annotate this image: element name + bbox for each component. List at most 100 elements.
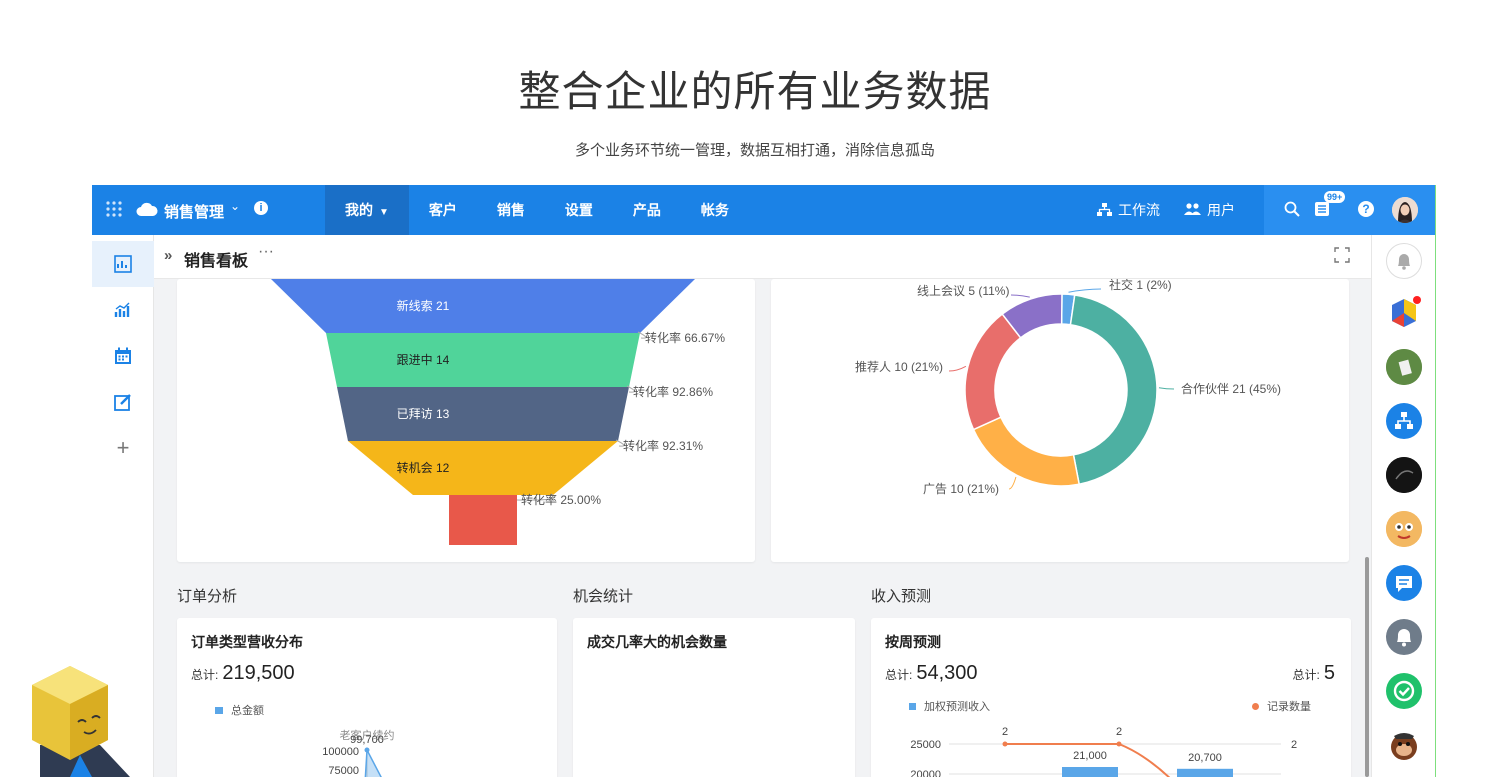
slice-label: 社交 1 (2%) [1109,279,1172,292]
funnel-chart: 新线索 21 跟进中 14 已拜访 13 转机会 12 不合格 3 转化率 66.67% 转… [271,279,725,545]
opportunity-card: 成交几率大的机会数量 [573,618,855,777]
users-icon [1184,203,1201,215]
app-grid-icon[interactable] [106,201,122,217]
top-bar: 销售管理 ⌄ i 我的 ▼ 客户 销售 设置 产品 帐务 工作流 用户 99+ … [92,185,1435,235]
section-title-opportunities: 机会统计 [573,588,634,605]
funnel-stage-label: 已拜访 13 [397,407,450,421]
workflow-icon [1097,203,1112,216]
funnel-stage-label: 新线索 21 [397,298,450,313]
y-tick-label: 20000 [910,769,941,777]
plus-icon[interactable]: + [92,425,154,471]
conversion-rate-label: 转化率 66.67% [645,330,725,345]
funnel-stage[interactable] [326,333,640,387]
list-icon[interactable] [1314,201,1330,217]
section-title-orders: 订单分析 [177,588,238,605]
fullscreen-icon[interactable] [1334,247,1350,263]
hero-title: 整合企业的所有业务数据 [518,68,992,115]
nav-item-mine[interactable]: 我的 ▼ [325,185,409,235]
search-icon[interactable] [1284,201,1300,217]
funnel-stage-label: 不合格 3 [400,514,446,529]
nature-avatar[interactable] [1386,349,1422,385]
user-avatar[interactable] [1392,197,1418,223]
main-nav: 我的 ▼ 客户 销售 设置 产品 帐务 [325,185,749,235]
line-point[interactable] [1116,741,1122,747]
donut-chart: 社交 1 (2%) 合作伙伴 21 (45%) 广告 10 (21%) 推荐人 10 … [855,277,1281,496]
slice-label: 线上会议 5 (11%) [917,284,1009,298]
message-icon[interactable] [1386,565,1422,601]
help-icon[interactable]: ? [1358,201,1374,217]
radar-point[interactable] [364,747,370,753]
scrollbar[interactable] [1365,557,1369,777]
expand-sidebar-icon[interactable]: » [164,247,172,264]
line-point[interactable] [1002,741,1008,747]
funnel-stage-label: 转机会 12 [397,460,450,475]
donut-slice[interactable] [964,313,1022,431]
cat-avatar[interactable] [1386,511,1422,547]
slice-leader-line [1068,288,1102,293]
donut-slice[interactable] [972,416,1081,487]
edit-icon [114,394,131,411]
info-icon[interactable]: i [254,201,268,215]
bar-value-label: 20,700 [1188,752,1222,764]
y-tick-label: 25000 [910,739,941,751]
sidebar-item-notes[interactable] [92,379,154,425]
sidebar-item-dashboard[interactable] [92,241,154,287]
card-title: 成交几率大的机会数量 [587,634,727,650]
radar-tick-label: 100000 [322,746,359,758]
chevron-down-icon[interactable]: ⌄ [230,199,240,213]
bar-value-label: 21,000 [1073,750,1107,762]
workflow-link[interactable]: 工作流 [1097,185,1160,235]
check-icon[interactable] [1386,673,1422,709]
funnel-stage[interactable] [348,441,618,495]
weekly-forecast-card: 按周预测 总计: 54,300 总计: 5 加权预测收入 记录数量 25000 200… [871,618,1351,777]
caret-down-icon: ▼ [379,207,389,218]
radar-area[interactable] [364,747,393,777]
nav-item-settings[interactable]: 设置 [545,185,613,235]
slice-leader-line [1010,294,1030,298]
users-link[interactable]: 用户 [1184,185,1235,235]
monkey-avatar[interactable] [1386,727,1422,763]
app-window: 销售管理 ⌄ i 我的 ▼ 客户 销售 设置 产品 帐务 工作流 用户 99+ … [92,185,1436,777]
section-title-revenue: 收入预测 [871,588,932,605]
forecast-chart: 25000 20000 2 21,000 20,700 2 2 [910,726,1297,777]
dark-avatar[interactable] [1386,457,1422,493]
funnel-card: 新线索 21 跟进中 14 已拜访 13 转机会 12 不合格 3 转化率 66.67% 转… [177,279,755,562]
bell-icon[interactable] [1386,243,1422,279]
org-icon[interactable] [1386,403,1422,439]
hero-subtitle: 多个业务环节统一管理，数据互相打通，消除信息孤岛 [574,142,935,159]
cube-avatar[interactable] [1386,295,1422,331]
nav-label: 我的 [345,202,373,218]
sidebar-item-calendar[interactable] [92,333,154,379]
slice-label: 广告 10 (21%) [923,482,999,496]
notification-count-badge: 99+ [1324,191,1346,203]
line-value-label: 2 [1116,726,1122,738]
conversion-rate-label: 转化率 25.00% [521,492,601,507]
forecast-bar[interactable] [1062,767,1118,777]
users-label: 用户 [1207,202,1235,218]
funnel-stage-label: 跟进中 14 [397,352,450,367]
slice-label: 合作伙伴 21 (45%) [1181,381,1281,396]
slice-leader-line [1008,476,1017,490]
dashboard-header: » 销售看板 ··· [154,235,1372,279]
line-value-label: 2 [1002,726,1008,738]
forecast-bar[interactable] [1177,768,1233,777]
page-title: 销售看板 [184,253,249,270]
cloud-icon [136,202,158,216]
more-icon[interactable]: ··· [258,243,274,261]
app-name[interactable]: 销售管理 [164,201,224,222]
nav-item-products[interactable]: 产品 [613,185,681,235]
sidebar-item-reports[interactable] [92,287,154,333]
nav-item-customers[interactable]: 客户 [409,185,477,235]
funnel-stage[interactable] [337,387,629,441]
donut-slice[interactable] [1069,294,1158,486]
topbar-actions: 99+ ? [1264,185,1435,235]
radar-value-label: 99,700 [350,734,384,746]
nav-item-accounts[interactable]: 帐务 [681,185,749,235]
funnel-stage[interactable] [271,279,695,333]
funnel-stage[interactable] [449,495,517,545]
notification-icon[interactable] [1386,619,1422,655]
slice-leader-line [948,365,967,372]
source-donut-card: 社交 1 (2%) 合作伙伴 21 (45%) 广告 10 (21%) 推荐人 10 … [771,277,1349,562]
mascot-illustration [32,666,130,777]
nav-item-sales[interactable]: 销售 [477,185,545,235]
